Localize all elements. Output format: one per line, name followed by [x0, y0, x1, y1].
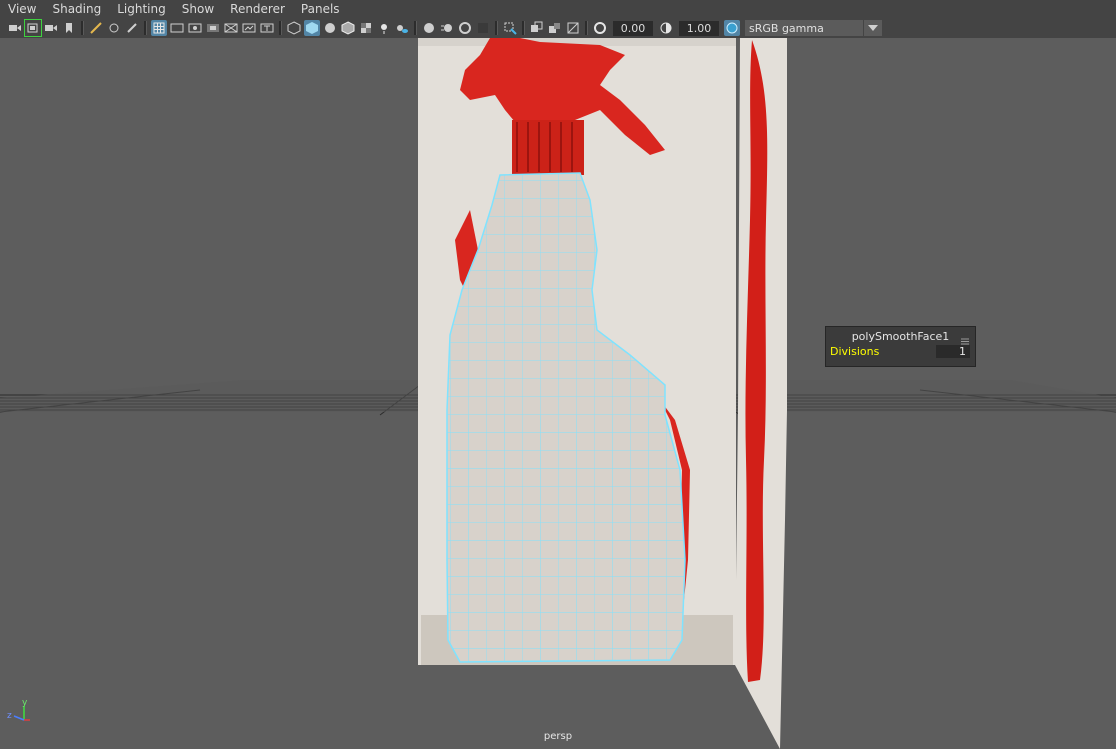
gamma-input[interactable]: 1.00	[679, 20, 719, 36]
separator	[495, 21, 498, 35]
default-material-icon[interactable]	[322, 20, 338, 36]
separator	[279, 21, 282, 35]
menu-panels[interactable]: Panels	[293, 0, 348, 18]
bottle-wireframe-coarse	[447, 415, 685, 662]
separator	[414, 21, 417, 35]
view-axis-gizmo	[13, 706, 30, 721]
safe-title-icon[interactable]	[259, 20, 275, 36]
separator	[144, 21, 147, 35]
safe-action-icon[interactable]	[241, 20, 257, 36]
divisions-label: Divisions	[830, 345, 880, 358]
anti-aliasing-icon[interactable]	[457, 20, 473, 36]
film-gate-icon[interactable]	[169, 20, 185, 36]
use-all-lights-icon[interactable]	[376, 20, 392, 36]
textured-icon[interactable]	[358, 20, 374, 36]
depth-of-field-icon[interactable]	[475, 20, 491, 36]
camera-name-label: persp	[543, 731, 573, 742]
panel-menubar: View Shading Lighting Show Renderer Pane…	[0, 0, 1116, 18]
menu-show[interactable]: Show	[174, 0, 222, 18]
axis-z-label: z	[7, 711, 12, 721]
xray-icon[interactable]	[529, 20, 545, 36]
scene-canvas	[0, 38, 1116, 749]
gamma-icon[interactable]	[658, 20, 674, 36]
perspective-viewport[interactable]: y z persp	[0, 38, 1116, 749]
hud-node-title: polySmoothFace1	[851, 330, 950, 343]
menu-view[interactable]: View	[0, 0, 44, 18]
menu-lighting[interactable]: Lighting	[109, 0, 174, 18]
select-camera-icon[interactable]	[7, 20, 23, 36]
bookmark-icon[interactable]	[61, 20, 77, 36]
axis-y-label: y	[22, 698, 28, 708]
xray-joints-icon[interactable]	[565, 20, 581, 36]
hud-menu-icon[interactable]	[961, 330, 969, 345]
separator	[522, 21, 525, 35]
in-view-editor[interactable]: polySmoothFace1 Divisions 1	[825, 326, 976, 367]
panel-toolbar: 0.00 1.00 sRGB gamma	[0, 18, 1116, 38]
separator	[81, 21, 84, 35]
isolate-select-icon[interactable]	[502, 20, 518, 36]
paint-icon[interactable]	[124, 20, 140, 36]
shadows-icon[interactable]	[394, 20, 410, 36]
grid-icon[interactable]	[151, 20, 167, 36]
smooth-shade-icon[interactable]	[304, 20, 320, 36]
xray-active-components-icon[interactable]	[547, 20, 563, 36]
wireframe-on-shaded-icon[interactable]	[340, 20, 356, 36]
grease-pencil-icon[interactable]	[88, 20, 104, 36]
resolution-gate-icon[interactable]	[187, 20, 203, 36]
2d-pan-zoom-icon[interactable]	[106, 20, 122, 36]
wireframe-icon[interactable]	[286, 20, 302, 36]
menu-renderer[interactable]: Renderer	[222, 0, 293, 18]
exposure-icon[interactable]	[592, 20, 608, 36]
separator	[585, 21, 588, 35]
color-space-dropdown[interactable]: sRGB gamma	[745, 20, 863, 36]
bookmark-camera-icon[interactable]	[43, 20, 59, 36]
exposure-input[interactable]: 0.00	[613, 20, 653, 36]
motion-blur-icon[interactable]	[439, 20, 455, 36]
color-management-icon[interactable]	[724, 20, 740, 36]
divisions-input[interactable]: 1	[936, 345, 970, 358]
chevron-down-icon[interactable]	[864, 20, 882, 36]
screen-space-ao-icon[interactable]	[421, 20, 437, 36]
bottle-cap	[512, 120, 584, 175]
camera-attributes-icon[interactable]	[24, 19, 42, 37]
field-chart-icon[interactable]	[223, 20, 239, 36]
menu-shading[interactable]: Shading	[44, 0, 109, 18]
gate-mask-icon[interactable]	[205, 20, 221, 36]
